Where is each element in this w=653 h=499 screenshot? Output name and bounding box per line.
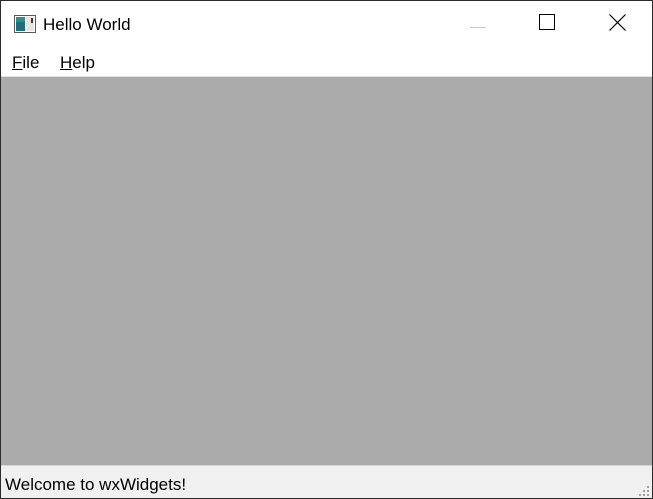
- title-bar[interactable]: Hello World: [1, 1, 652, 48]
- client-area[interactable]: [1, 77, 652, 465]
- close-icon: [608, 13, 626, 36]
- status-text: Welcome to wxWidgets!: [5, 475, 187, 494]
- menu-file[interactable]: File: [12, 53, 39, 73]
- maximize-button[interactable]: [512, 1, 582, 48]
- app-window-icon[interactable]: [14, 15, 36, 33]
- menu-help-mnemonic: H: [60, 53, 73, 72]
- maximize-icon: [539, 14, 555, 35]
- resize-grip-icon[interactable]: [638, 484, 650, 496]
- menu-help-label: elp: [72, 53, 95, 72]
- status-bar: Welcome to wxWidgets!: [1, 465, 652, 498]
- close-button[interactable]: [582, 1, 652, 48]
- menu-file-label: ile: [22, 53, 40, 72]
- menu-file-mnemonic: F: [12, 53, 23, 72]
- minimize-button[interactable]: [443, 1, 513, 48]
- app-window: Hello World File Help Welcome to wxWidge…: [0, 0, 653, 499]
- minimize-icon: [470, 16, 486, 34]
- menu-bar: File Help: [1, 48, 652, 76]
- window-title: Hello World: [43, 15, 131, 34]
- menu-help[interactable]: Help: [60, 53, 95, 73]
